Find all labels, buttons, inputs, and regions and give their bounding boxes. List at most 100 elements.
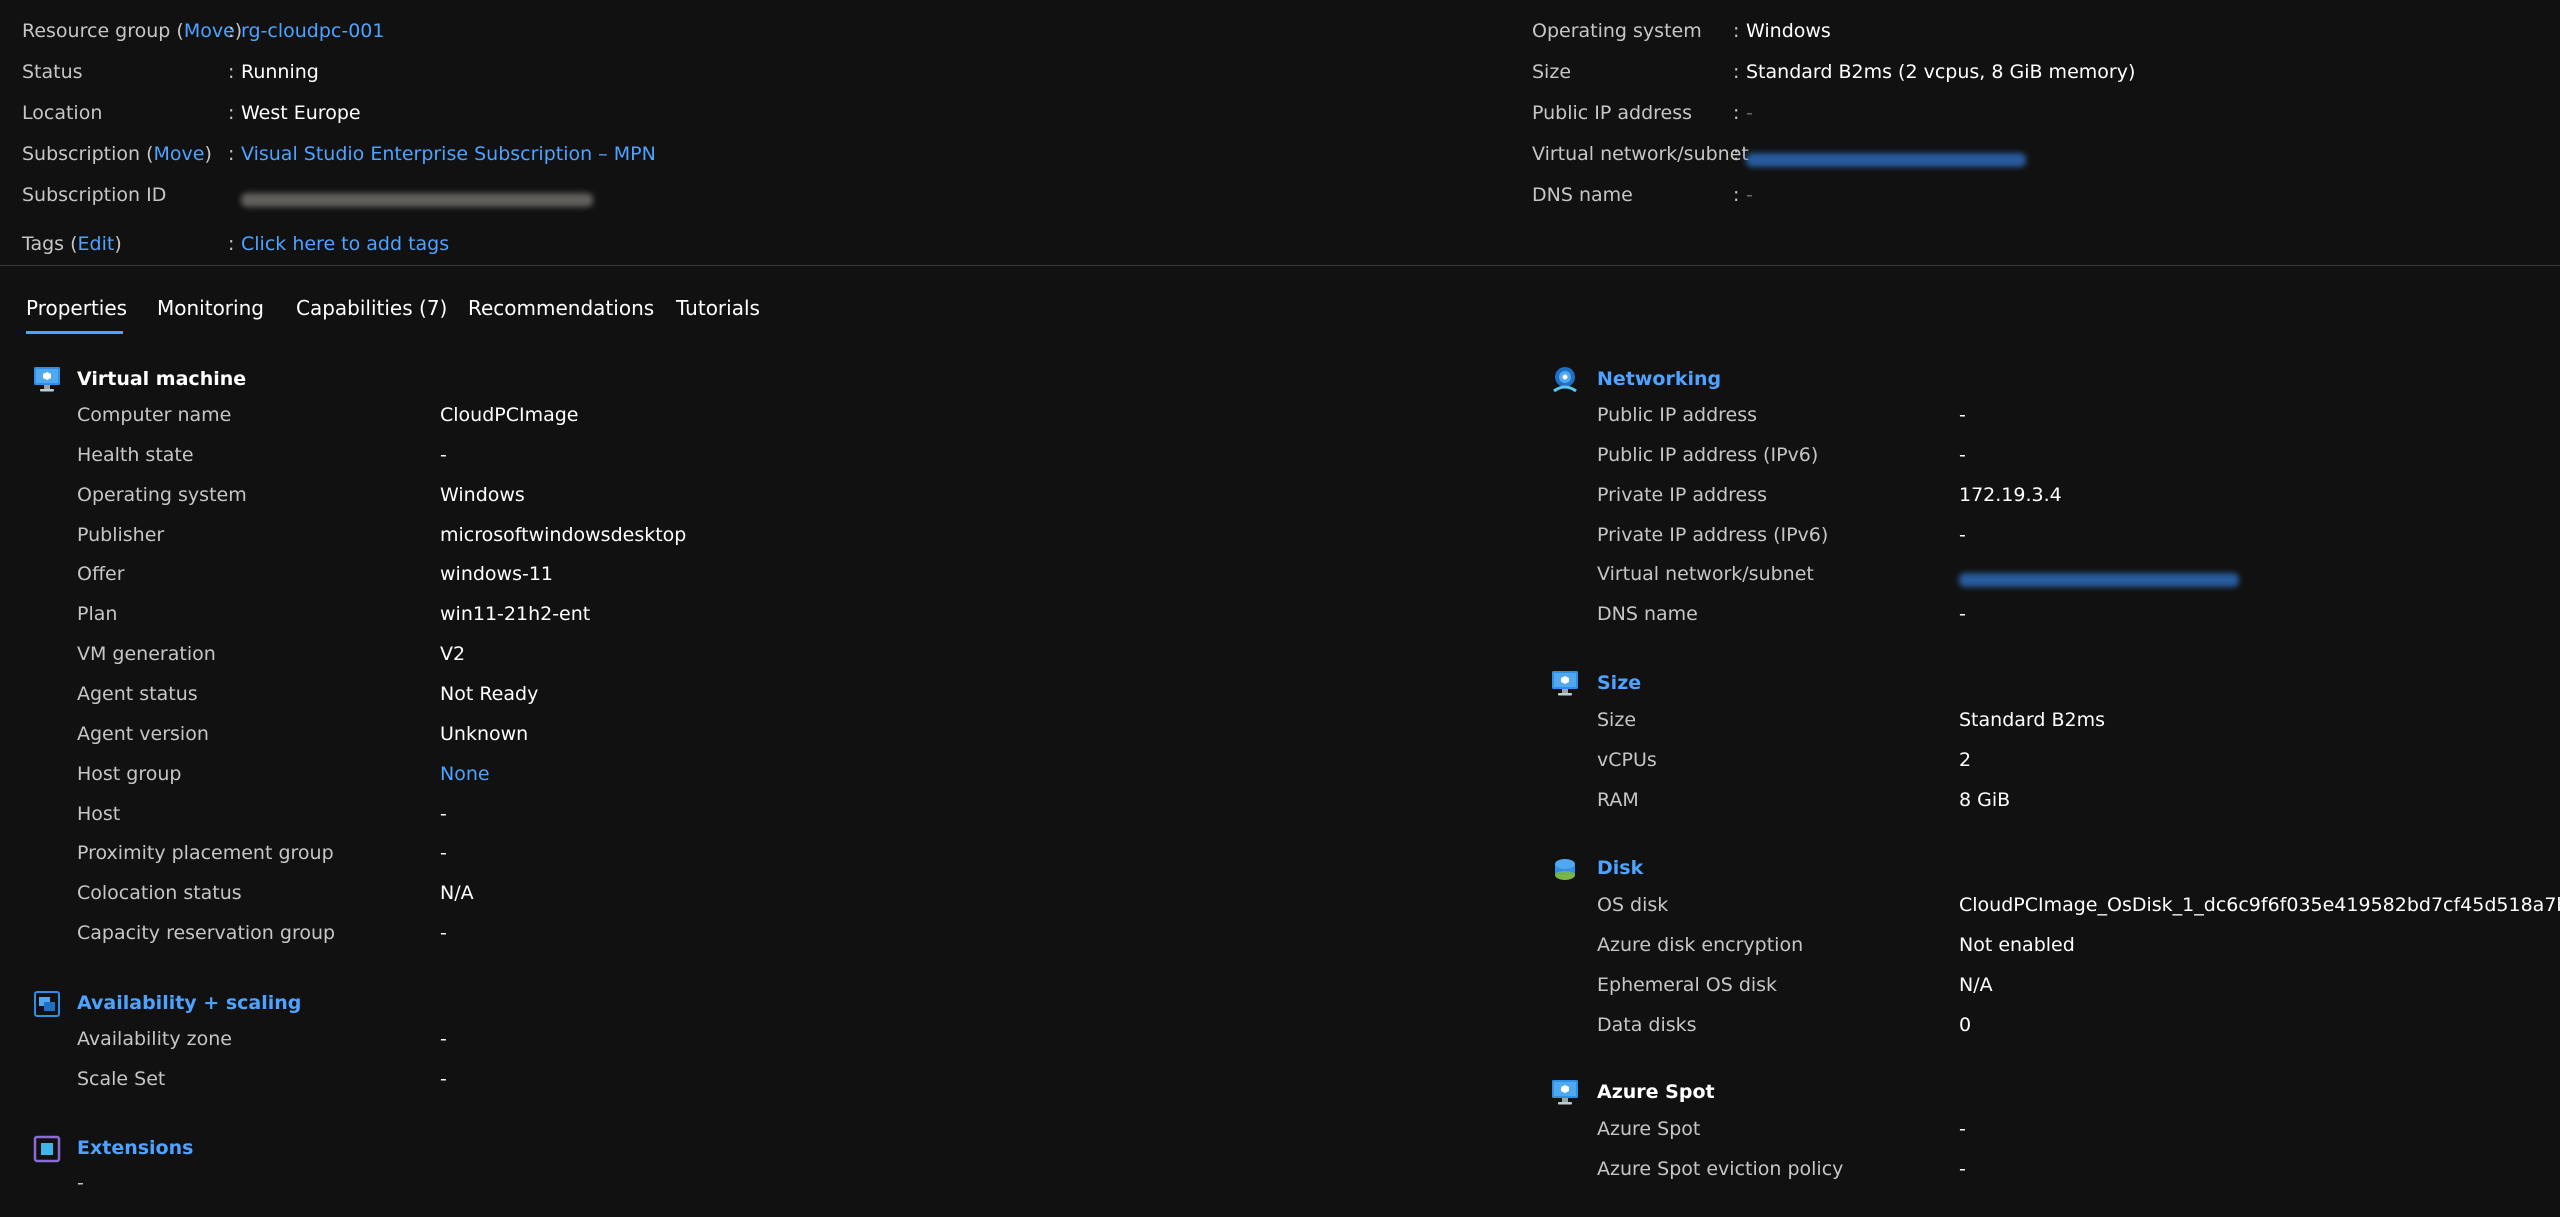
property-label: Health state xyxy=(77,443,194,466)
separator: : xyxy=(1733,61,1740,83)
size-icon xyxy=(1552,671,1578,696)
separator: : xyxy=(228,102,235,124)
property-label: RAM xyxy=(1597,788,1639,811)
edit-tags-link[interactable]: Edit xyxy=(78,233,115,255)
property-value: Windows xyxy=(440,483,525,506)
essentials-divider xyxy=(0,265,2560,266)
property-label: Data disks xyxy=(1597,1013,1697,1036)
networking-section-title[interactable]: Networking xyxy=(1597,368,1721,390)
property-label: Virtual network/subnet xyxy=(1597,563,1814,586)
azure-spot-section-title: Azure Spot xyxy=(1597,1081,1715,1103)
property-value: windows-11 xyxy=(440,563,554,586)
property-label: Public IP address xyxy=(1597,404,1758,426)
property-value: Standard B2ms xyxy=(1959,709,2106,731)
separator: : xyxy=(228,20,235,42)
status-value: Running xyxy=(241,61,319,83)
subscription-id-label: Subscription ID xyxy=(22,184,167,206)
property-value: Not enabled xyxy=(1959,933,2075,956)
availability-scaling-icon xyxy=(34,991,60,1017)
property-value: - xyxy=(440,842,447,865)
tab-tutorials[interactable]: Tutorials xyxy=(676,296,760,320)
property-label: Agent status xyxy=(77,682,198,705)
separator: : xyxy=(228,61,235,83)
property-label: Azure Spot xyxy=(1597,1118,1701,1140)
property-value: win11-21h2-ent xyxy=(440,603,591,626)
property-label: Operating system xyxy=(77,483,247,506)
tab-properties[interactable]: Properties xyxy=(26,296,127,320)
subscription-value-link[interactable]: Visual Studio Enterprise Subscription – … xyxy=(241,143,656,165)
status-label: Status xyxy=(22,61,83,83)
property-value: CloudPCImage xyxy=(440,404,579,426)
subscription-id-blurred xyxy=(241,188,593,210)
property-label: Ephemeral OS disk xyxy=(1597,973,1778,996)
property-label: Proximity placement group xyxy=(77,842,334,865)
extensions-section-title[interactable]: Extensions xyxy=(77,1137,193,1159)
os-value: Windows xyxy=(1746,20,1831,42)
dns-label: DNS name xyxy=(1532,184,1633,206)
property-value: 8 GiB xyxy=(1959,788,2011,811)
property-value: N/A xyxy=(440,882,474,905)
separator: : xyxy=(1733,143,1740,165)
resource-group-value-link[interactable]: rg-cloudpc-001 xyxy=(241,20,384,42)
property-label: Host group xyxy=(77,762,182,785)
separator: : xyxy=(228,143,235,165)
separator: : xyxy=(1733,184,1740,206)
tab-recommendations[interactable]: Recommendations xyxy=(468,296,654,320)
active-tab-indicator xyxy=(26,331,123,334)
disk-section-title[interactable]: Disk xyxy=(1597,857,1643,879)
virtual-machine-icon xyxy=(34,367,60,392)
availability-section-title[interactable]: Availability + scaling xyxy=(77,992,301,1014)
property-label: Private IP address xyxy=(1597,483,1768,506)
property-value: - xyxy=(1959,1157,1966,1180)
property-label: Azure disk encryption xyxy=(1597,933,1804,956)
public-ip-label: Public IP address xyxy=(1532,102,1693,124)
vm-section-title: Virtual machine xyxy=(77,368,247,390)
size-section-title[interactable]: Size xyxy=(1597,672,1641,694)
move-subscription-link[interactable]: Move xyxy=(154,143,205,165)
property-value: - xyxy=(440,1028,447,1050)
property-label: Host xyxy=(77,802,121,825)
property-label: Plan xyxy=(77,603,118,626)
property-label: OS disk xyxy=(1597,894,1669,916)
vnet-label: Virtual network/subnet xyxy=(1532,143,1749,165)
property-label: Azure Spot eviction policy xyxy=(1597,1157,1844,1180)
add-tags-link[interactable]: Click here to add tags xyxy=(241,233,449,255)
property-label: Private IP address (IPv6) xyxy=(1597,523,1829,546)
property-label: Scale Set xyxy=(77,1067,166,1090)
vnet-value-blurred[interactable] xyxy=(1746,148,2026,170)
property-value: V2 xyxy=(440,643,466,666)
property-value: - xyxy=(440,1067,447,1090)
property-value: - xyxy=(440,802,447,825)
property-value: microsoftwindowsdesktop xyxy=(440,523,687,546)
location-value: West Europe xyxy=(241,102,361,124)
size-value: Standard B2ms (2 vcpus, 8 GiB memory) xyxy=(1746,61,2136,83)
property-value: - xyxy=(1959,443,1966,466)
property-label: Availability zone xyxy=(77,1028,232,1050)
property-value-link[interactable]: None xyxy=(440,763,490,785)
property-label: vCPUs xyxy=(1597,748,1657,771)
property-label: Computer name xyxy=(77,404,232,426)
disk-icon xyxy=(1555,859,1575,880)
tab-capabilities[interactable]: Capabilities (7) xyxy=(296,296,447,320)
property-value: 2 xyxy=(1959,748,1972,771)
property-label: Capacity reservation group xyxy=(77,922,336,945)
property-label: Colocation status xyxy=(77,882,242,905)
property-value: - xyxy=(440,922,447,945)
resource-group-label: Resource group (Move) xyxy=(22,20,243,42)
property-label: Publisher xyxy=(77,523,165,546)
property-label: Offer xyxy=(77,563,125,586)
location-label: Location xyxy=(22,102,103,124)
separator: : xyxy=(1733,20,1740,42)
azure-spot-icon xyxy=(1552,1080,1578,1105)
property-value-blurred[interactable] xyxy=(1959,568,2239,590)
dns-value: - xyxy=(1746,184,1753,206)
property-value: N/A xyxy=(1959,973,1993,996)
property-value: Unknown xyxy=(440,722,529,745)
networking-icon xyxy=(1553,367,1577,393)
property-label: Size xyxy=(1597,709,1637,731)
property-value: CloudPCImage_OsDisk_1_dc6c9f6f035e419582… xyxy=(1959,894,2560,916)
separator: : xyxy=(228,233,235,255)
tags-label: Tags (Edit) xyxy=(22,233,122,255)
tab-monitoring[interactable]: Monitoring xyxy=(157,296,264,320)
size-label: Size xyxy=(1532,61,1572,83)
